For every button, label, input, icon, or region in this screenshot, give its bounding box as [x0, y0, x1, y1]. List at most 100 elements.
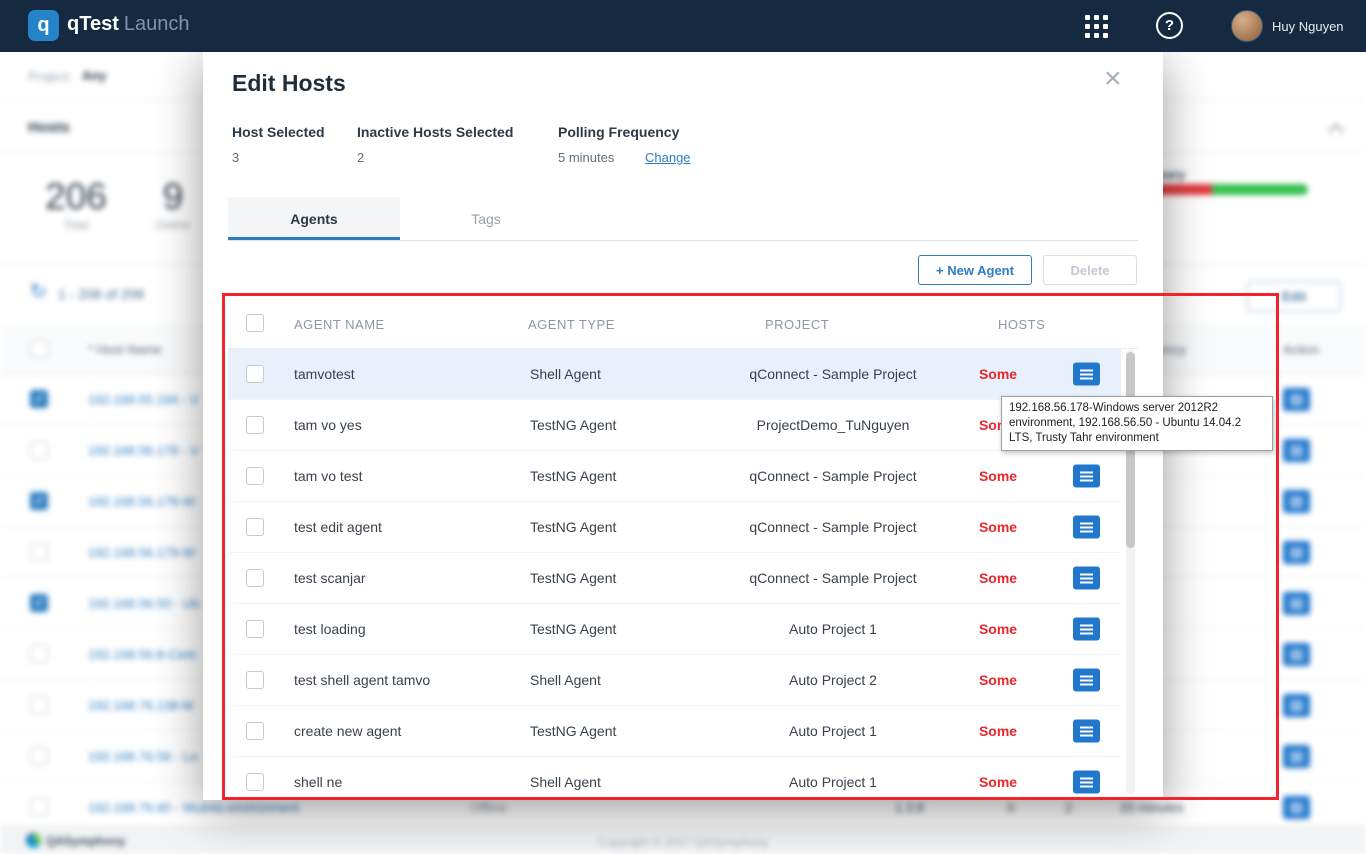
agent-hosts-link[interactable]: Some: [960, 468, 1036, 484]
host-name-link[interactable]: 192.168.76.56 - Lo: [88, 749, 197, 764]
agent-menu-button[interactable]: [1073, 771, 1100, 794]
agent-type: Shell Agent: [530, 774, 601, 790]
host-action-button[interactable]: [1283, 490, 1310, 513]
project-value[interactable]: Any: [82, 68, 107, 83]
agent-checkbox[interactable]: [246, 722, 264, 740]
host-checkbox[interactable]: [30, 543, 48, 561]
agent-checkbox[interactable]: [246, 671, 264, 689]
select-all-checkbox[interactable]: [30, 340, 48, 358]
tab-agents[interactable]: Agents: [228, 197, 400, 240]
host-action-button[interactable]: [1283, 796, 1310, 819]
help-icon[interactable]: ?: [1156, 12, 1183, 39]
host-name-link[interactable]: 192.168.56.50 - Ub: [88, 596, 199, 611]
polling-frequency-label: Polling Frequency: [558, 124, 679, 140]
agent-checkbox[interactable]: [246, 773, 264, 791]
host-cell: Offline: [470, 800, 507, 815]
agent-menu-button[interactable]: [1073, 618, 1100, 641]
user-name[interactable]: Huy Nguyen: [1272, 19, 1344, 34]
host-action-button[interactable]: [1283, 439, 1310, 462]
select-all-agents-checkbox[interactable]: [246, 314, 264, 332]
agent-menu-button[interactable]: [1073, 567, 1100, 590]
user-avatar[interactable]: [1231, 10, 1263, 42]
tab-tags[interactable]: Tags: [400, 197, 572, 240]
host-action-button[interactable]: [1283, 745, 1310, 768]
host-checkbox[interactable]: [30, 390, 48, 408]
host-action-button[interactable]: [1283, 694, 1310, 717]
agent-hosts-link[interactable]: Some: [960, 366, 1036, 382]
agent-name: tam vo yes: [294, 417, 362, 433]
agent-row[interactable]: tamvotestShell AgentqConnect - Sample Pr…: [228, 349, 1121, 400]
agent-row[interactable]: tam vo yesTestNG AgentProjectDemo_TuNguy…: [228, 400, 1121, 451]
host-name-column-header[interactable]: * Host Name: [88, 342, 162, 357]
host-name-link[interactable]: 192.168.56.179-W: [88, 545, 195, 560]
hamburger-icon: [1290, 497, 1303, 507]
agent-row[interactable]: test loadingTestNG AgentAuto Project 1So…: [228, 604, 1121, 655]
agent-project: qConnect - Sample Project: [683, 570, 983, 586]
polling-frequency-value: 5 minutes: [558, 150, 614, 165]
agent-menu-button[interactable]: [1073, 516, 1100, 539]
apps-grid-icon[interactable]: [1085, 15, 1108, 38]
host-checkbox[interactable]: [30, 645, 48, 663]
agent-project: qConnect - Sample Project: [683, 468, 983, 484]
agent-row[interactable]: test scanjarTestNG AgentqConnect - Sampl…: [228, 553, 1121, 604]
host-action-button[interactable]: [1283, 541, 1310, 564]
delete-button[interactable]: Delete: [1043, 255, 1137, 285]
agent-row[interactable]: test shell agent tamvoShell AgentAuto Pr…: [228, 655, 1121, 706]
agent-menu-button[interactable]: [1073, 669, 1100, 692]
agent-hosts-link[interactable]: Some: [960, 519, 1036, 535]
agent-checkbox[interactable]: [246, 416, 264, 434]
host-checkbox[interactable]: [30, 696, 48, 714]
new-agent-button[interactable]: + New Agent: [918, 255, 1032, 285]
agent-menu-button[interactable]: [1073, 465, 1100, 488]
host-checkbox[interactable]: [30, 492, 48, 510]
collapse-chevron-icon[interactable]: [1328, 124, 1345, 141]
agent-checkbox[interactable]: [246, 518, 264, 536]
brand-launch: Launch: [124, 13, 190, 35]
agent-checkbox[interactable]: [246, 620, 264, 638]
hamburger-icon: [1290, 650, 1303, 660]
hosts-column-header[interactable]: HOSTS: [998, 317, 1045, 332]
agent-menu-button[interactable]: [1073, 363, 1100, 386]
host-name-link[interactable]: 192.168.55.194 - V: [88, 392, 199, 407]
host-checkbox[interactable]: [30, 594, 48, 612]
agent-row[interactable]: shell neShell AgentAuto Project 1Some: [228, 757, 1121, 800]
agent-checkbox[interactable]: [246, 467, 264, 485]
agent-row[interactable]: tam vo testTestNG AgentqConnect - Sample…: [228, 451, 1121, 502]
agent-hosts-link[interactable]: Some: [960, 672, 1036, 688]
host-name-link[interactable]: 192.168.56.178 - V: [88, 443, 199, 458]
host-cell: 20 minutes: [1120, 800, 1184, 815]
host-action-button[interactable]: [1283, 592, 1310, 615]
agent-checkbox[interactable]: [246, 569, 264, 587]
project-column-header[interactable]: PROJECT: [765, 317, 829, 332]
host-name-link[interactable]: 192.168.76.60 - Wu64a environment: [88, 800, 299, 815]
host-name-link[interactable]: 192.168.56.178-W: [88, 494, 195, 509]
host-cell: 0: [1007, 800, 1014, 815]
host-checkbox[interactable]: [30, 441, 48, 459]
edit-button[interactable]: Edit: [1247, 281, 1341, 312]
agent-type: Shell Agent: [530, 672, 601, 688]
brand-qtest: qTest: [67, 13, 119, 35]
agent-name-column-header[interactable]: AGENT NAME: [294, 317, 385, 332]
agent-row[interactable]: test edit agentTestNG AgentqConnect - Sa…: [228, 502, 1121, 553]
agent-hosts-link[interactable]: Some: [960, 621, 1036, 637]
agent-hosts-link[interactable]: Some: [960, 723, 1036, 739]
change-polling-link[interactable]: Change: [645, 150, 691, 165]
inactive-hosts-value: 2: [357, 150, 364, 165]
agent-menu-button[interactable]: [1073, 720, 1100, 743]
agent-hosts-link[interactable]: Some: [960, 774, 1036, 790]
agent-checkbox[interactable]: [246, 365, 264, 383]
host-name-link[interactable]: 192.168.56.8-Cent: [88, 647, 196, 662]
refresh-icon[interactable]: ↻: [30, 279, 47, 304]
agent-type-column-header[interactable]: AGENT TYPE: [528, 317, 615, 332]
agent-hosts-link[interactable]: Some: [960, 570, 1036, 586]
host-action-button[interactable]: [1283, 388, 1310, 411]
qtest-logo-icon[interactable]: q: [28, 10, 59, 41]
close-icon[interactable]: ×: [1104, 64, 1122, 94]
host-action-button[interactable]: [1283, 643, 1310, 666]
agent-row[interactable]: create new agentTestNG AgentAuto Project…: [228, 706, 1121, 757]
host-checkbox[interactable]: [30, 798, 48, 816]
screen: Project: Any Hosts 206 Total 9 Online Su…: [0, 0, 1366, 854]
host-name-link[interactable]: 192.168.76.138-M: [88, 698, 194, 713]
host-checkbox[interactable]: [30, 747, 48, 765]
online-hosts-count: 9: [150, 176, 196, 218]
